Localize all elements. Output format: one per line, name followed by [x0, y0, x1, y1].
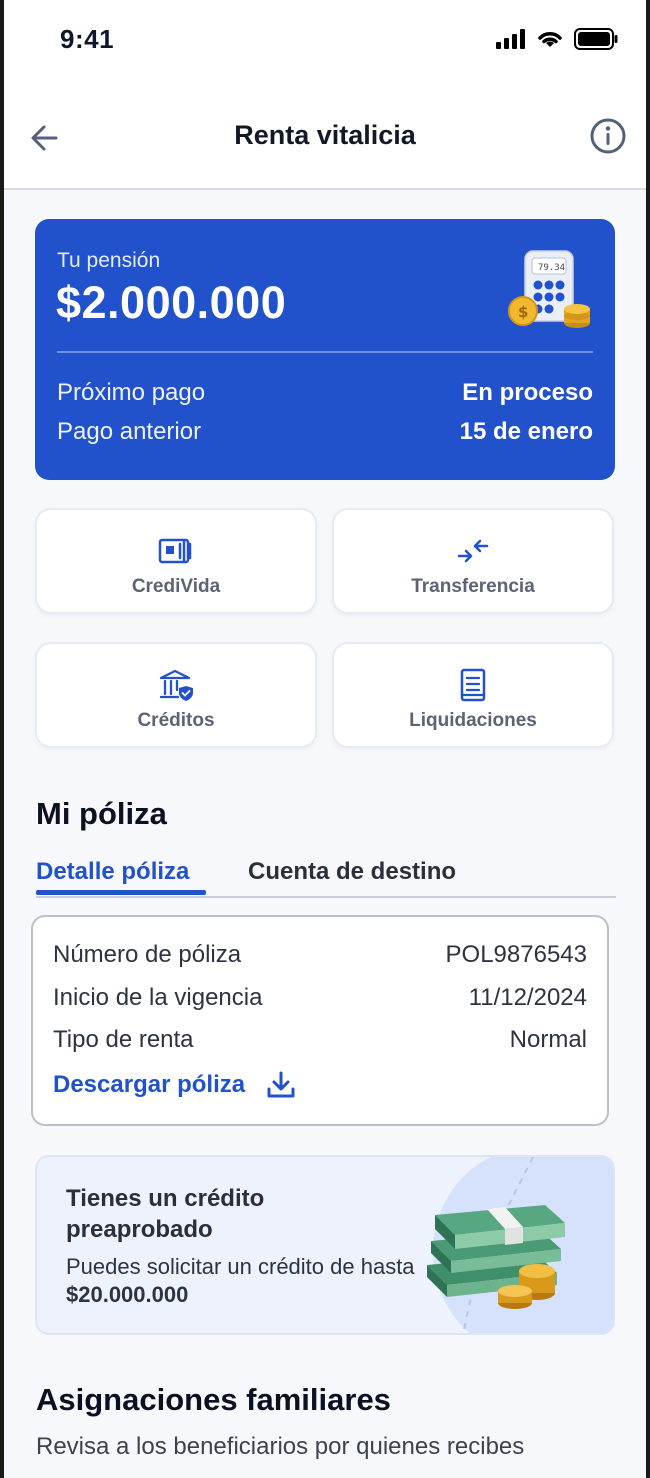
policy-number-row: Número de póliza POL9876543	[53, 941, 587, 969]
family-allowances-title: Asignaciones familiares	[36, 1382, 391, 1417]
pension-label: Tu pensión	[57, 249, 161, 272]
family-allowances-text: Revisa a los beneficiarios por quienes r…	[36, 1433, 525, 1460]
app-header: Renta vitalicia	[4, 90, 646, 190]
download-icon	[267, 1071, 295, 1098]
promo-text: Puedes solicitar un crédito de hasta $20…	[66, 1253, 426, 1309]
policy-section-title: Mi póliza	[36, 796, 167, 831]
wifi-icon	[538, 32, 562, 47]
action-transferencia-button[interactable]: Transferencia	[332, 508, 614, 614]
policy-tabs: Detalle póliza Cuenta de destino	[36, 856, 616, 898]
action-liquidaciones-label: Liquidaciones	[409, 710, 537, 731]
policy-detail-card: Número de póliza POL9876543 Inicio de la…	[31, 915, 609, 1126]
action-credivida-label: CrediVida	[131, 576, 221, 597]
download-policy-link[interactable]: Descargar póliza	[53, 1069, 297, 1101]
info-icon[interactable]	[588, 116, 628, 156]
status-time: 9:41	[60, 24, 115, 54]
status-bar: 9:41	[4, 0, 646, 90]
previous-payment-row: Pago anterior 15 de enero	[57, 418, 593, 446]
policy-start-value: 11/12/2024	[468, 984, 587, 1011]
action-transferencia-label: Transferencia	[411, 576, 535, 597]
next-payment-row: Próximo pago En proceso	[57, 379, 593, 407]
battery-icon	[574, 28, 618, 50]
next-payment-label: Próximo pago	[57, 379, 206, 406]
promo-amount: $20.000.000	[66, 1282, 189, 1307]
pension-amount: $2.000.000	[56, 277, 287, 328]
transfer-icon	[457, 539, 489, 563]
policy-number-value: POL9876543	[445, 941, 587, 968]
action-credivida-button[interactable]: CrediVida	[35, 508, 317, 614]
signal-icon	[496, 29, 525, 49]
income-type-label: Tipo de renta	[53, 1026, 194, 1053]
policy-start-label: Inicio de la vigencia	[53, 984, 263, 1011]
promo-title: Tienes un crédito preaprobado	[66, 1185, 265, 1243]
action-liquidaciones-button[interactable]: Liquidaciones	[332, 642, 614, 748]
document-icon	[460, 668, 486, 702]
income-type-row: Tipo de renta Normal	[53, 1026, 587, 1054]
card-icon	[158, 538, 192, 564]
pension-card: Tu pensión $2.000.000 79.34 $ Próximo pa…	[35, 219, 615, 480]
action-creditos-label: Créditos	[137, 710, 215, 731]
promo-text-prefix: Puedes solicitar un crédito de hasta	[66, 1254, 415, 1279]
policy-start-row: Inicio de la vigencia 11/12/2024	[53, 984, 587, 1012]
tab-cuenta-destino[interactable]: Cuenta de destino	[248, 858, 456, 886]
previous-payment-label: Pago anterior	[57, 418, 202, 445]
active-tab-indicator	[36, 890, 206, 895]
svg-text:$: $	[518, 303, 528, 321]
page-title: Renta vitalicia	[234, 120, 416, 150]
next-payment-value: En proceso	[462, 379, 593, 406]
calculator-display: 79.34	[538, 263, 565, 273]
preapproved-credit-banner[interactable]: Tienes un crédito preaprobado Puedes sol…	[35, 1155, 615, 1335]
bank-shield-icon	[159, 669, 193, 701]
phone-screen: 9:41 Renta vitalicia Tu pensión $2.000.0…	[4, 0, 646, 1478]
download-policy-label: Descargar póliza	[53, 1071, 246, 1098]
action-creditos-button[interactable]: Créditos	[35, 642, 317, 748]
calculator-coins-icon: 79.34 $	[508, 250, 590, 328]
pension-divider	[57, 351, 593, 353]
previous-payment-value: 15 de enero	[459, 418, 593, 445]
tab-detalle-poliza[interactable]: Detalle póliza	[36, 858, 189, 886]
status-icons	[496, 28, 618, 50]
income-type-value: Normal	[509, 1026, 587, 1053]
money-stack-icon	[427, 1205, 565, 1309]
policy-number-label: Número de póliza	[53, 941, 242, 968]
